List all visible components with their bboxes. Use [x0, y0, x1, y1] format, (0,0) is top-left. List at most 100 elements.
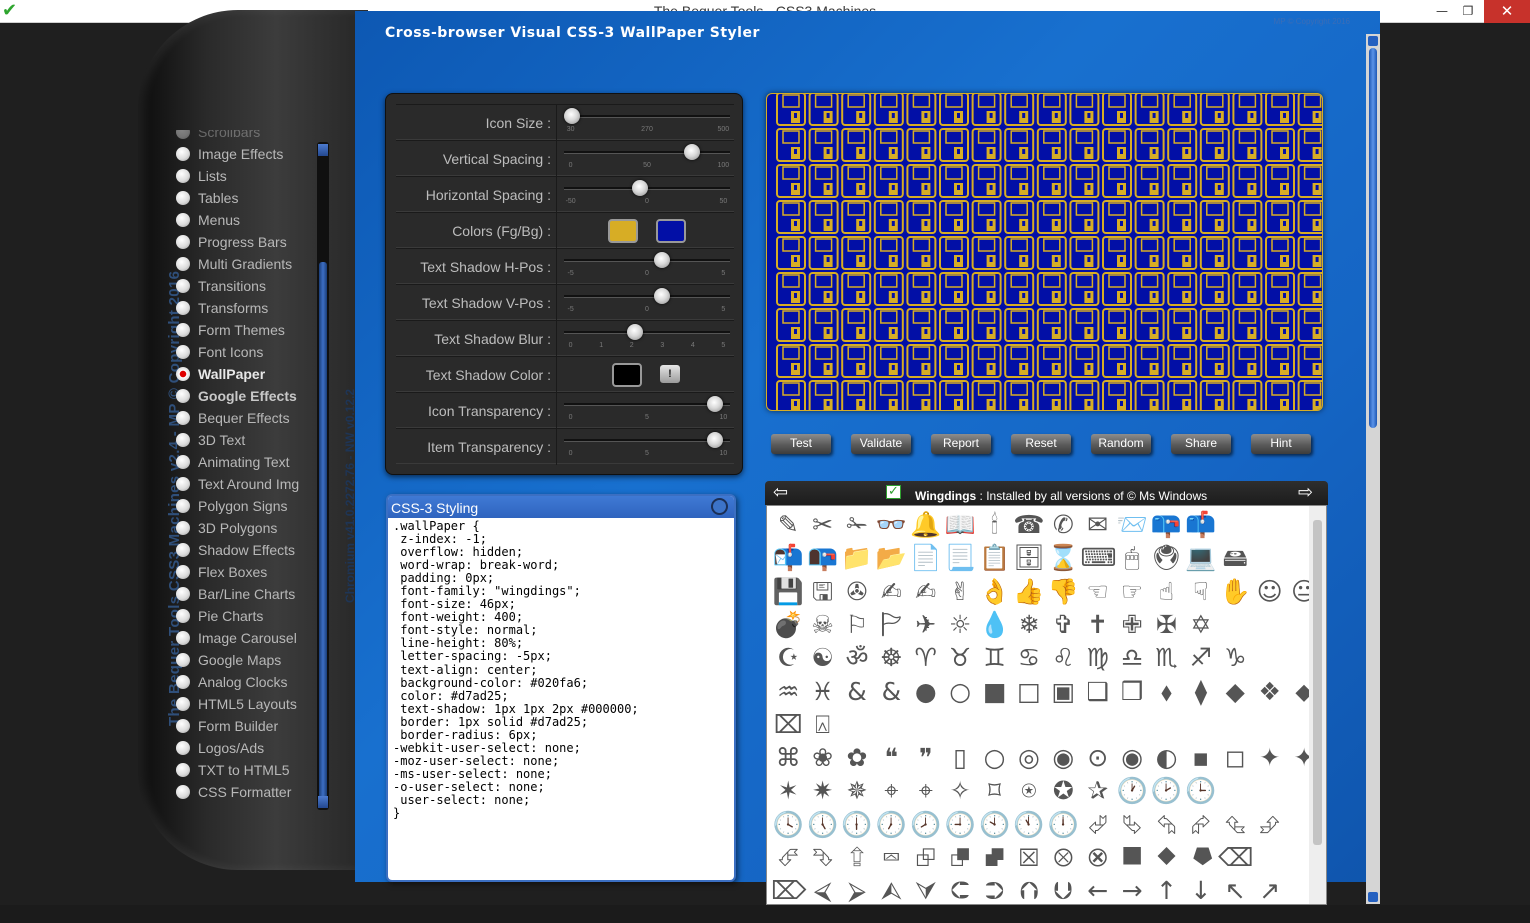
main-scroll-down-icon[interactable] [1368, 892, 1378, 902]
font-glyph-icon[interactable]: ◆ [1218, 675, 1252, 709]
sidebar-item-3d-polygons[interactable]: 3D Polygons [168, 517, 316, 539]
font-glyph-icon[interactable]: 👌 [977, 575, 1011, 609]
slider-knob[interactable] [564, 108, 580, 124]
font-glyph-icon[interactable]: ⌑ [977, 774, 1011, 808]
font-glyph-icon[interactable]: 🕛 [1046, 808, 1080, 842]
font-glyph-icon[interactable]: ⮛ [909, 874, 943, 904]
font-glyph-icon[interactable]: ☞ [1115, 575, 1149, 609]
radio-icon[interactable] [176, 257, 190, 271]
font-glyph-icon[interactable]: ❄ [1012, 608, 1046, 642]
font-glyph-icon[interactable]: ⮺ [909, 841, 943, 875]
vertical-spacing-slider[interactable] [564, 144, 730, 160]
validate-button[interactable]: Validate [851, 434, 911, 454]
radio-icon[interactable] [176, 345, 190, 359]
radio-icon[interactable] [176, 741, 190, 755]
font-glyph-icon[interactable]: ✶ [771, 774, 805, 808]
slider-knob[interactable] [631, 180, 648, 196]
font-glyph-icon[interactable]: 🕒 [1184, 774, 1218, 808]
font-glyph-icon[interactable]: ⮴ [1218, 808, 1252, 842]
font-glyph-icon[interactable]: ⮈ [943, 874, 977, 904]
font-glyph-icon[interactable]: ⧫ [1184, 675, 1218, 709]
font-glyph-icon[interactable]: ♊ [977, 641, 1011, 675]
radio-icon[interactable] [176, 477, 190, 491]
font-glyph-icon[interactable]: ⮾ [1046, 841, 1080, 875]
font-glyph-icon[interactable]: ✧ [943, 774, 977, 808]
close-button[interactable]: ✕ [1484, 0, 1530, 23]
font-glyph-icon[interactable]: ⮵ [1252, 808, 1286, 842]
icon-size-slider[interactable] [564, 108, 730, 124]
font-glyph-icon[interactable]: 👓 [874, 508, 908, 542]
radio-icon[interactable] [176, 169, 190, 183]
font-glyph-icon[interactable]: ⮊ [977, 874, 1011, 904]
font-glyph-icon[interactable]: ✞ [1046, 608, 1080, 642]
font-glyph-icon[interactable]: ↗ [1252, 874, 1286, 904]
font-glyph-icon[interactable]: ◉ [1046, 741, 1080, 775]
radio-icon[interactable] [176, 763, 190, 777]
radio-icon[interactable] [176, 675, 190, 689]
font-glyph-icon[interactable]: 📂 [874, 541, 908, 575]
font-glyph-icon[interactable]: 🖫 [805, 575, 839, 609]
font-glyph-icon[interactable]: ♎ [1115, 641, 1149, 675]
font-glyph-icon[interactable]: 🕗 [909, 808, 943, 842]
font-glyph-icon[interactable]: □ [1012, 675, 1046, 709]
sidebar-item-polygon-signs[interactable]: Polygon Signs [168, 495, 316, 517]
font-glyph-icon[interactable]: 🕐 [1115, 774, 1149, 808]
font-glyph-icon[interactable]: ☯ [805, 641, 839, 675]
font-glyph-icon[interactable]: 💻 [1184, 541, 1218, 575]
font-glyph-icon[interactable]: & [840, 675, 874, 709]
report-button[interactable]: Report [931, 434, 991, 454]
radio-icon[interactable] [176, 301, 190, 315]
font-glyph-icon[interactable]: 📬 [771, 541, 805, 575]
font-glyph-icon[interactable]: ✍ [909, 575, 943, 609]
font-glyph-icon[interactable]: ↑ [1149, 874, 1183, 904]
font-glyph-icon[interactable]: ✍ [874, 575, 908, 609]
sidebar-item-image-effects[interactable]: Image Effects [168, 143, 316, 165]
font-glyph-icon[interactable]: 📄 [909, 541, 943, 575]
radio-icon[interactable] [176, 543, 190, 557]
sidebar-item-bar-line-charts[interactable]: Bar/Line Charts [168, 583, 316, 605]
font-glyph-icon[interactable]: ⯂ [1184, 841, 1218, 875]
font-glyph-icon[interactable]: ✵ [840, 774, 874, 808]
css-panel-toggle-icon[interactable] [711, 498, 728, 515]
font-glyph-icon[interactable]: ◎ [1012, 741, 1046, 775]
minimize-button[interactable]: — [1428, 0, 1456, 23]
font-glyph-icon[interactable]: ↓ [1184, 874, 1218, 904]
font-glyph-icon[interactable]: ◐ [1149, 741, 1183, 775]
hint-button[interactable]: Hint [1251, 434, 1311, 454]
font-glyph-icon[interactable]: ❝ [874, 741, 908, 775]
font-glyph-icon[interactable]: ⮷ [805, 841, 839, 875]
bg-color-swatch[interactable] [656, 219, 686, 243]
test-button[interactable]: Test [771, 434, 831, 454]
font-glyph-icon[interactable]: ☼ [943, 608, 977, 642]
sidebar-item-flex-boxes[interactable]: Flex Boxes [168, 561, 316, 583]
font-glyph-icon[interactable]: 📋 [977, 541, 1011, 575]
font-glyph-icon[interactable]: ⌧ [771, 708, 805, 742]
sidebar-item-menus[interactable]: Menus [168, 209, 316, 231]
font-glyph-icon[interactable]: ♍ [1081, 641, 1115, 675]
font-glyph-icon[interactable]: ⮻ [943, 841, 977, 875]
font-glyph-icon[interactable]: 🕓 [771, 808, 805, 842]
sidebar-item-google-maps[interactable]: Google Maps [168, 649, 316, 671]
font-glyph-icon[interactable]: ☪ [771, 641, 805, 675]
radio-icon[interactable] [176, 367, 190, 381]
slider-knob[interactable] [684, 144, 700, 160]
shadow-h-slider[interactable] [564, 252, 730, 268]
icon-transparency-slider[interactable] [564, 396, 730, 412]
font-glyph-icon[interactable]: ⌫ [1218, 841, 1253, 875]
font-glyph-icon[interactable]: 🔔 [909, 508, 943, 542]
css-code[interactable]: .wallPaper { z-index: -1; overflow: hidd… [393, 520, 729, 878]
font-glyph-icon[interactable]: ♋ [1012, 641, 1046, 675]
slider-knob[interactable] [654, 288, 670, 304]
font-glyph-icon[interactable]: ✆ [1046, 508, 1080, 542]
font-glyph-icon[interactable]: ✈ [909, 608, 943, 642]
font-glyph-icon[interactable]: 🗄 [1012, 541, 1046, 575]
radio-icon[interactable] [176, 213, 190, 227]
font-glyph-icon[interactable]: ✂ [805, 508, 839, 542]
reset-button[interactable]: Reset [1011, 434, 1071, 454]
font-glyph-icon[interactable]: ⬧ [1149, 675, 1183, 709]
font-glyph-icon[interactable]: 📪 [1149, 508, 1183, 542]
prev-font-icon[interactable]: ⇦ [773, 483, 788, 503]
font-glyph-icon[interactable]: ❖ [1252, 675, 1286, 709]
font-glyph-icon[interactable]: ✁ [840, 508, 874, 542]
item-transparency-slider[interactable] [564, 432, 730, 448]
